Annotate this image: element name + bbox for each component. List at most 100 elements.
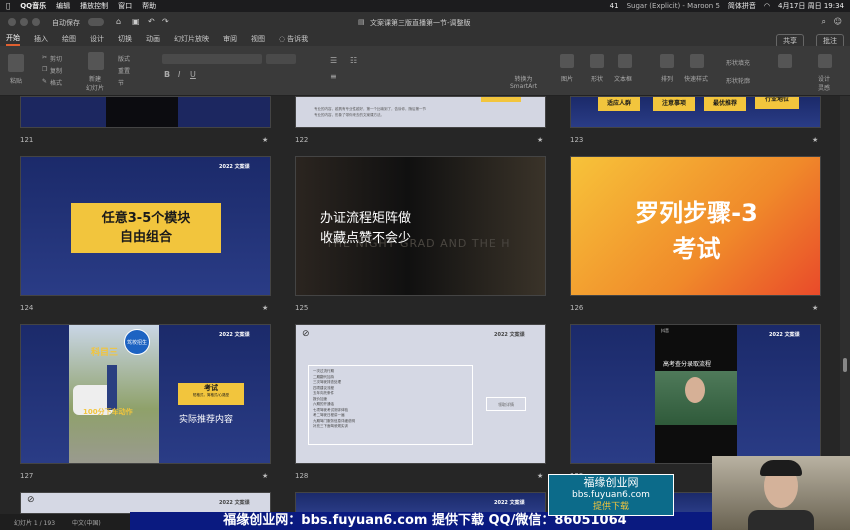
menu-edit[interactable]: 编辑 [56, 1, 70, 11]
menu-playback[interactable]: 播放控制 [80, 1, 108, 11]
format-painter-icon[interactable]: ✎ [42, 78, 47, 85]
slide-number: 121 [20, 136, 34, 144]
font-size-select[interactable] [266, 54, 296, 64]
format-label[interactable]: 格式 [50, 78, 62, 87]
slide-thumbnail[interactable]: 2022 文案课 [295, 492, 546, 514]
align-icon[interactable]: ≡ [330, 72, 337, 81]
language-indicator[interactable]: 中文(中国) [72, 518, 101, 527]
tray-badge[interactable]: 41 [610, 2, 619, 10]
copy-label[interactable]: 复制 [50, 66, 62, 75]
copy-icon[interactable]: ❐ [42, 66, 47, 73]
scrollbar-thumb[interactable] [843, 358, 847, 372]
menu-help[interactable]: 帮助 [142, 1, 156, 11]
new-slide-icon[interactable] [88, 52, 104, 70]
tab-draw[interactable]: 绘图 [62, 34, 76, 44]
menu-window[interactable]: 窗口 [118, 1, 132, 11]
layout-label[interactable]: 版式 [118, 54, 130, 63]
italic-icon[interactable]: I [178, 70, 180, 79]
design-ideas-label[interactable]: 设计 灵感 [818, 74, 830, 92]
font-name-select[interactable] [162, 54, 262, 64]
tab-animations[interactable]: 动画 [146, 34, 160, 44]
redo-icon[interactable]: ↷ [162, 17, 169, 26]
hidden-slide-icon: ⊘ [302, 329, 310, 339]
star-icon[interactable]: ★ [262, 472, 268, 480]
slide-thumbnail[interactable]: 专业的内容，越具有专业性越好，第一个比喻到了，告诉你，随后第一节 专业的内容，形… [295, 96, 546, 128]
tell-me-search[interactable]: 告诉我 [287, 34, 308, 44]
tab-insert[interactable]: 插入 [34, 34, 48, 44]
menu-app-name[interactable]: QQ音乐 [20, 1, 46, 11]
star-icon[interactable]: ★ [262, 304, 268, 312]
tab-view[interactable]: 视图 [251, 34, 265, 44]
hidden-slide-icon: ⊘ [27, 495, 35, 505]
document-icon: ▤ [358, 18, 365, 26]
shapes-icon[interactable] [590, 54, 604, 68]
autosave-toggle[interactable] [88, 18, 104, 26]
design-ideas-icon[interactable] [818, 54, 832, 68]
watermark-line: 福缘创业网 [583, 476, 639, 489]
textbox-label[interactable]: 文本框 [614, 74, 632, 83]
slide-thumbnail[interactable]: 驾校招生 科目三 100分下车动作 2022 文案课 考试 短格式，简格式/心路… [20, 324, 271, 464]
shapes-label[interactable]: 形状 [591, 74, 603, 83]
slide-thumbnail[interactable]: ⊘ 2022 文案课 [20, 492, 271, 514]
close-window-button[interactable] [8, 18, 16, 26]
numbering-icon[interactable]: ☷ [350, 56, 357, 65]
tab-home[interactable]: 开始 [6, 33, 20, 46]
star-icon[interactable]: ★ [812, 304, 818, 312]
presenter-shirt [748, 510, 814, 530]
shape-fill-label[interactable]: 形状填充 [726, 58, 750, 67]
underline-icon[interactable]: U [190, 70, 196, 79]
cut-label[interactable]: 剪切 [50, 54, 62, 63]
arrange-icon[interactable] [660, 54, 674, 68]
arrange-label[interactable]: 排列 [661, 74, 673, 83]
clock[interactable]: 4月17日 周日 19:34 [778, 1, 844, 11]
shape-outline-label[interactable]: 形状轮廓 [726, 76, 750, 85]
quick-styles-label[interactable]: 快速样式 [684, 74, 708, 83]
now-playing[interactable]: Sugar (Explicit) - Maroon 5 [627, 2, 720, 10]
slide-year: 2022 文案课 [769, 332, 800, 338]
slide-number: 126 [570, 304, 584, 312]
tab-design[interactable]: 设计 [90, 34, 104, 44]
zoom-window-button[interactable] [32, 18, 40, 26]
bullets-icon[interactable]: ☰ [330, 56, 337, 65]
bold-icon[interactable]: B [164, 70, 170, 79]
slide-thumbnail[interactable]: THE NIGHT GRAD AND THE H 办证流程矩阵做 收藏点赞不会少 [295, 156, 546, 296]
slide-thumbnail[interactable]: 2022 文案课 任意3-5个模块 自由组合 [20, 156, 271, 296]
picture-icon[interactable] [560, 54, 574, 68]
tab-transitions[interactable]: 切换 [118, 34, 132, 44]
new-slide-label[interactable]: 新建 幻灯片 [86, 74, 104, 92]
selection-pane-icon[interactable] [778, 54, 792, 68]
vertical-scrollbar[interactable] [840, 96, 850, 514]
slide-thumbnail[interactable]: 罗列步骤-3 考试 [570, 156, 821, 296]
undo-icon[interactable]: ↶ [148, 17, 155, 26]
convert-smartart-label[interactable]: 转换为 SmartArt [510, 74, 537, 90]
tab-review[interactable]: 审阅 [223, 34, 237, 44]
home-icon[interactable]: ⌂ [116, 17, 121, 26]
person-shape [107, 365, 117, 410]
star-icon[interactable]: ★ [262, 136, 268, 144]
paste-icon[interactable] [8, 54, 24, 72]
slide-thumbnail[interactable]: 2022 文案课 抖音 高考查分录取流程 [570, 324, 821, 464]
section-label[interactable]: 节 [118, 78, 124, 87]
star-icon[interactable]: ★ [537, 472, 543, 480]
textbox-icon[interactable] [618, 54, 632, 68]
account-icon[interactable]: ☺ [834, 17, 842, 26]
apple-icon[interactable]:  [6, 2, 10, 10]
star-icon[interactable]: ★ [537, 136, 543, 144]
slide-thumbnail[interactable]: 适应人群 注意事项 最优推荐 行业地位 [570, 96, 821, 128]
scissors-icon[interactable]: ✂ [42, 54, 47, 61]
tab-slideshow[interactable]: 幻灯片放映 [174, 34, 209, 44]
quick-styles-icon[interactable] [690, 54, 704, 68]
star-icon[interactable]: ★ [812, 136, 818, 144]
input-method[interactable]: 简体拼音 [728, 1, 756, 11]
minimize-window-button[interactable] [20, 18, 28, 26]
search-icon[interactable]: ⌕ [822, 17, 826, 27]
wifi-icon[interactable]: ◠ [764, 2, 770, 10]
slide-thumbnail[interactable] [20, 96, 271, 128]
slide-thumbnail[interactable]: ⊘ 2022 文案课 一次过流行期 二期翻代加持 三次驾驶排查处理 四项建议流程… [295, 324, 546, 464]
video-frame [655, 371, 737, 425]
slide-counter: 幻灯片 1 / 193 [14, 520, 56, 527]
picture-label[interactable]: 图片 [561, 74, 573, 83]
slide-list-box: 一次过流行期 二期翻代加持 三次驾驶排查处理 四项建议流程 五年向托条件 报价加… [308, 365, 473, 445]
reset-label[interactable]: 重置 [118, 66, 130, 75]
save-icon[interactable]: ▣ [132, 17, 140, 26]
